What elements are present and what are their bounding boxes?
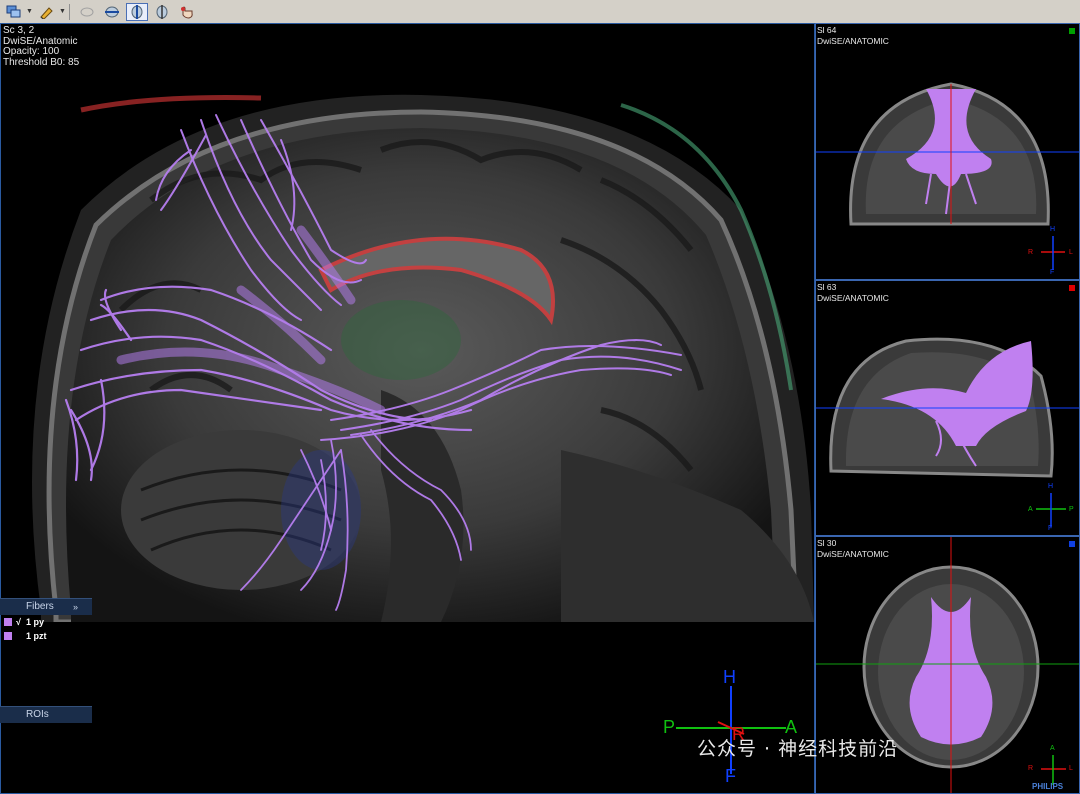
fiber-color-swatch[interactable]	[4, 618, 12, 626]
main-sagittal-view[interactable]: Sc 3, 2 DwiSE/Anatomic Opacity: 100 Thre…	[0, 23, 815, 794]
orient-top: H	[1048, 483, 1054, 490]
fiber-label: 1 py	[26, 617, 45, 627]
series-label: Sc 3, 2	[3, 25, 35, 36]
sagittal-brain-image	[1, 90, 814, 622]
slice-vertical-alt-icon[interactable]	[151, 3, 173, 21]
pen-icon[interactable]	[36, 3, 58, 21]
hand-pointer-icon[interactable]	[176, 3, 198, 21]
orient-right: L	[1069, 249, 1073, 256]
orient-right: L	[1069, 765, 1073, 772]
main-view-info: Sc 3, 2 DwiSE/Anatomic Opacity: 100 Thre…	[3, 25, 80, 68]
sagittal-view[interactable]: Sl 63 DwiSE/ANATOMIC H A P F	[815, 280, 1080, 536]
fibers-expand-icon[interactable]: »	[73, 599, 78, 615]
pen-dropdown-icon[interactable]: ▼	[59, 8, 66, 15]
ellipse-icon[interactable]	[76, 3, 98, 21]
main-orient-bottom: F	[725, 766, 736, 786]
coronal-brain-image	[816, 82, 1079, 270]
orient-left: R	[1028, 249, 1034, 256]
fibers-panel: Fibers » √ 1 py 1 pzt	[0, 598, 92, 643]
rois-tab[interactable]: ROIs	[0, 706, 92, 723]
layers-icon[interactable]	[3, 3, 25, 21]
fibers-tab[interactable]: Fibers »	[0, 598, 92, 615]
opacity-label: Opacity: 100	[3, 46, 60, 57]
fiber-color-swatch[interactable]	[4, 632, 12, 640]
sagittal-small-brain-image	[816, 337, 1079, 527]
fiber-visible-check[interactable]: √	[16, 617, 26, 627]
orient-bottom: F	[1050, 269, 1055, 276]
orient-top: H	[1050, 226, 1056, 233]
main-orient-left: P	[663, 717, 676, 737]
fiber-label: 1 pzt	[26, 631, 47, 641]
fiber-item[interactable]: 1 pzt	[0, 629, 92, 643]
main-orient-top: H	[723, 667, 736, 687]
fibers-tab-label: Fibers	[26, 601, 54, 612]
orient-top: A	[1050, 745, 1055, 752]
threshold-label: Threshold B0: 85	[3, 56, 80, 68]
coronal-view[interactable]: Sl 64 DwiSE/ANATOMIC H R L F	[815, 23, 1080, 280]
orient-bottom: F	[1048, 525, 1053, 532]
toolbar: ▼ ▼	[0, 0, 1080, 24]
orient-left: A	[1028, 506, 1033, 513]
watermark: 公众号 · 神经科技前沿	[697, 738, 899, 760]
fiber-item[interactable]: √ 1 py	[0, 615, 92, 629]
toolbar-divider	[68, 3, 70, 20]
slice-vertical-icon[interactable]	[125, 2, 148, 21]
orient-right: P	[1069, 506, 1074, 513]
slice-horizontal-icon[interactable]	[101, 3, 123, 21]
layers-dropdown-icon[interactable]: ▼	[26, 8, 33, 15]
rois-tab-label: ROIs	[26, 709, 49, 720]
rois-panel: ROIs	[0, 706, 92, 723]
orient-left: R	[1028, 765, 1034, 772]
brand-logo: PHILIPS	[1032, 782, 1064, 791]
